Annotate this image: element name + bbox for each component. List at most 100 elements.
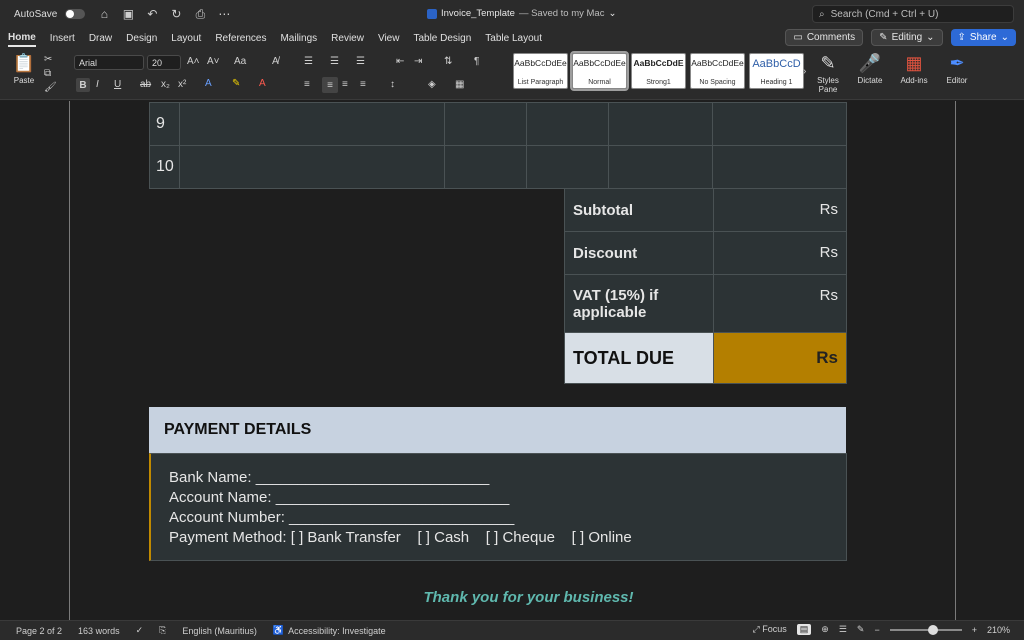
tab-layout[interactable]: Layout: [171, 31, 201, 46]
outline-view-icon[interactable]: ☰: [839, 624, 847, 635]
paste-button[interactable]: 📋 Paste: [2, 52, 46, 86]
style-heading-1[interactable]: AaBbCcD Heading 1: [749, 53, 804, 89]
accessibility-status[interactable]: ♿ Accessibility: Investigate: [273, 625, 386, 636]
tab-design[interactable]: Design: [126, 31, 157, 46]
highlight-icon[interactable]: ✎: [232, 78, 240, 89]
increase-indent-icon[interactable]: ⇥: [414, 56, 422, 67]
grow-font-icon[interactable]: A˄: [187, 56, 200, 67]
styles-pane-button[interactable]: ✎ Styles Pane: [806, 52, 850, 95]
shrink-font-icon[interactable]: A˅: [207, 56, 220, 67]
table-cell[interactable]: [712, 145, 847, 189]
web-layout-icon[interactable]: ⊕: [821, 624, 829, 635]
tab-table-design[interactable]: Table Design: [413, 31, 471, 46]
addins-button[interactable]: ▦ Add-ins: [892, 52, 936, 86]
tab-draw[interactable]: Draw: [89, 31, 112, 46]
page-indicator[interactable]: Page 2 of 2: [16, 626, 62, 636]
autosave-toggle[interactable]: [65, 9, 86, 19]
justify-icon[interactable]: ≡: [360, 79, 366, 90]
decrease-indent-icon[interactable]: ⇤: [396, 56, 404, 67]
total-due-label[interactable]: TOTAL DUE: [564, 332, 714, 384]
table-cell[interactable]: [608, 102, 714, 146]
language-indicator[interactable]: English (Mauritius): [182, 626, 257, 636]
search-box[interactable]: ⌕ Search (Cmd + Ctrl + U): [812, 5, 1014, 23]
paragraph-marks-icon[interactable]: ¶: [474, 56, 479, 67]
line-spacing-icon[interactable]: ↕: [390, 79, 395, 90]
style-list-paragraph[interactable]: AaBbCcDdEe List Paragraph: [513, 53, 568, 89]
bullets-icon[interactable]: ☰: [304, 56, 313, 67]
table-cell[interactable]: [443, 145, 528, 189]
borders-icon[interactable]: ▦: [455, 79, 464, 90]
tab-insert[interactable]: Insert: [50, 31, 75, 46]
format-painter-icon[interactable]: 🖌: [44, 82, 57, 93]
subtotal-value[interactable]: Rs: [712, 188, 848, 232]
table-cell[interactable]: [526, 102, 610, 146]
focus-button[interactable]: ⤢ Focus: [753, 624, 787, 635]
discount-label[interactable]: Discount: [564, 231, 714, 275]
table-cell[interactable]: [526, 145, 610, 189]
total-due-value[interactable]: Rs: [712, 332, 848, 384]
row-number[interactable]: 9: [149, 102, 180, 146]
discount-value[interactable]: Rs: [712, 231, 848, 275]
tab-mailings[interactable]: Mailings: [280, 31, 317, 46]
vat-value[interactable]: Rs: [712, 274, 848, 333]
tab-review[interactable]: Review: [331, 31, 364, 46]
clear-formatting-icon[interactable]: A̸: [272, 56, 279, 67]
dictate-button[interactable]: 🎤 Dictate: [848, 52, 892, 86]
copy-icon[interactable]: ⧉: [44, 68, 51, 79]
draft-view-icon[interactable]: ✎: [857, 624, 865, 635]
print-icon[interactable]: ⎙: [193, 7, 207, 22]
document-canvas[interactable]: 9 10 Subtotal Rs Discount Rs VAT (15%) i…: [0, 101, 1024, 620]
document-title[interactable]: Invoice_Template — Saved to my Mac ⌄: [427, 8, 616, 19]
tab-references[interactable]: References: [215, 31, 266, 46]
font-size-select[interactable]: 20: [147, 55, 181, 70]
table-cell[interactable]: [178, 145, 445, 189]
align-left-icon[interactable]: ≡: [304, 79, 310, 90]
zoom-out-button[interactable]: −: [874, 625, 879, 635]
subtotal-label[interactable]: Subtotal: [564, 188, 714, 232]
editor-button[interactable]: ✒ Editor: [935, 52, 979, 86]
shading-icon[interactable]: ◈: [428, 79, 436, 90]
bold-icon[interactable]: B: [76, 78, 90, 92]
zoom-in-button[interactable]: +: [972, 625, 977, 635]
subscript-icon[interactable]: x₂: [161, 79, 170, 90]
editing-mode-button[interactable]: ✎ Editing ⌄: [871, 29, 943, 46]
share-button[interactable]: ⇪ Share ⌄: [950, 29, 1016, 46]
change-case-icon[interactable]: Aa: [234, 56, 246, 67]
proofing-icon[interactable]: ✓: [136, 625, 144, 636]
italic-icon[interactable]: I: [96, 79, 99, 90]
save-icon[interactable]: ▣: [121, 7, 135, 21]
undo-icon[interactable]: ↶: [145, 7, 159, 21]
style-strong1[interactable]: AaBbCcDdE Strong1: [631, 53, 686, 89]
multilevel-list-icon[interactable]: ☰: [356, 56, 365, 67]
sort-icon[interactable]: ⇅: [444, 56, 452, 67]
tab-home[interactable]: Home: [8, 30, 36, 47]
comments-button[interactable]: ▭ Comments: [785, 29, 864, 46]
align-center-icon[interactable]: ≡: [322, 77, 338, 93]
document-page[interactable]: 9 10 Subtotal Rs Discount Rs VAT (15%) i…: [69, 101, 956, 620]
row-number[interactable]: 10: [149, 145, 180, 189]
payment-details-body[interactable]: Bank Name: ____________________________ …: [149, 453, 847, 561]
payment-details-header[interactable]: PAYMENT DETAILS: [149, 407, 846, 453]
style-no-spacing[interactable]: AaBbCcDdEe No Spacing: [690, 53, 745, 89]
cut-icon[interactable]: ✂: [44, 54, 52, 65]
zoom-level[interactable]: 210%: [987, 625, 1010, 635]
tab-table-layout[interactable]: Table Layout: [485, 31, 542, 46]
table-cell[interactable]: [712, 102, 847, 146]
autosave[interactable]: AutoSave: [14, 9, 86, 20]
table-cell[interactable]: [178, 102, 445, 146]
numbering-icon[interactable]: ☰: [330, 56, 339, 67]
superscript-icon[interactable]: x²: [178, 79, 186, 90]
word-count[interactable]: 163 words: [78, 626, 120, 636]
track-changes-icon[interactable]: ⎘: [159, 625, 166, 636]
table-cell[interactable]: [443, 102, 528, 146]
more-icon[interactable]: ⋯: [217, 7, 231, 21]
table-cell[interactable]: [608, 145, 714, 189]
underline-icon[interactable]: U: [114, 79, 121, 90]
align-right-icon[interactable]: ≡: [342, 79, 348, 90]
tab-view[interactable]: View: [378, 31, 400, 46]
vat-label[interactable]: VAT (15%) if applicable: [564, 274, 714, 333]
print-layout-icon[interactable]: ▤: [796, 624, 812, 635]
strikethrough-icon[interactable]: ab: [140, 79, 151, 90]
redo-icon[interactable]: ↻: [169, 7, 183, 21]
zoom-slider[interactable]: [889, 624, 962, 635]
